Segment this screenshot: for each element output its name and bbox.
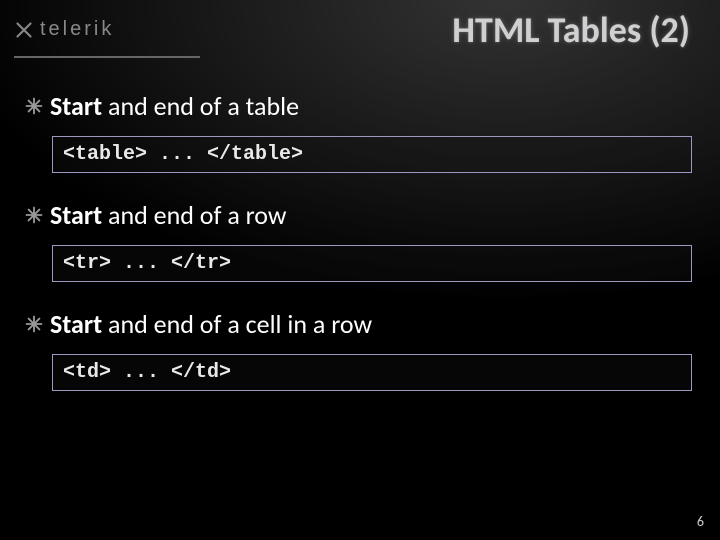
page-number: 6 xyxy=(697,513,704,530)
brand-logo: telerik xyxy=(14,18,114,41)
code-block: <tr> ... </tr> xyxy=(52,245,692,282)
asterisk-icon xyxy=(24,205,44,225)
bullet-rest: and end of a cell in a row xyxy=(102,308,372,340)
slide: telerik HTML Tables (2) Start and end of… xyxy=(0,0,720,540)
bullet-item: Start and end of a row xyxy=(24,199,696,231)
slide-header: telerik HTML Tables (2) xyxy=(0,14,720,70)
bullet-rest: and end of a table xyxy=(102,90,299,122)
bullet-text: Start and end of a row xyxy=(50,199,287,231)
bullet-text: Start and end of a cell in a row xyxy=(50,308,372,340)
bullet-bold: Start xyxy=(50,90,102,122)
bullet-item: Start and end of a cell in a row xyxy=(24,308,696,340)
code-block: <table> ... </table> xyxy=(52,136,692,173)
asterisk-icon xyxy=(24,96,44,116)
header-underline xyxy=(14,56,200,58)
bullet-bold: Start xyxy=(50,199,102,231)
slide-content: Start and end of a table <table> ... </t… xyxy=(24,90,696,417)
bullet-bold: Start xyxy=(50,308,102,340)
bullet-rest: and end of a row xyxy=(102,199,286,231)
slide-title: HTML Tables (2) xyxy=(452,8,690,52)
asterisk-icon xyxy=(24,314,44,334)
code-block: <td> ... </td> xyxy=(52,354,692,391)
brand-name: telerik xyxy=(40,18,114,41)
telerik-mark-icon xyxy=(14,21,34,39)
bullet-item: Start and end of a table xyxy=(24,90,696,122)
bullet-text: Start and end of a table xyxy=(50,90,299,122)
